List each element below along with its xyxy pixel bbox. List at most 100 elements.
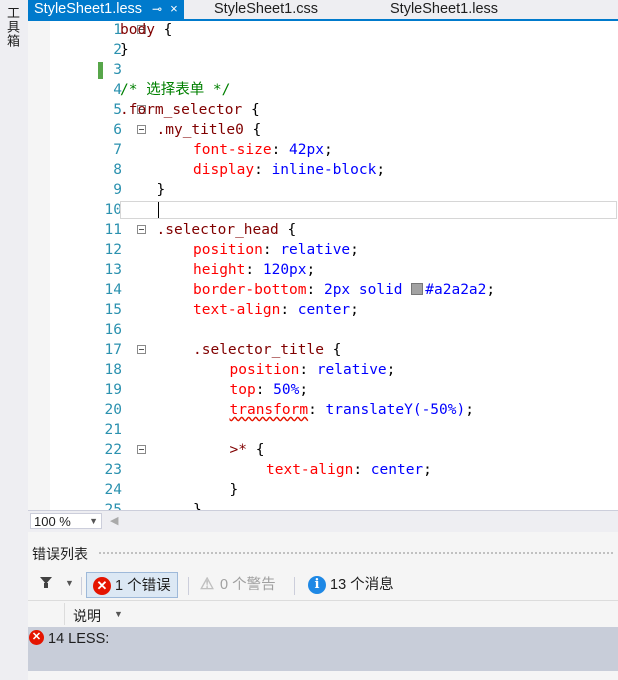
- collapse-icon[interactable]: [137, 345, 146, 354]
- color-swatch: [411, 283, 424, 295]
- code-token: :: [271, 142, 290, 158]
- line-number: 17: [104, 342, 122, 358]
- line-number: 5: [113, 102, 122, 118]
- messages-filter-button[interactable]: i 13 个消息: [302, 572, 400, 598]
- code-text: >* {: [230, 440, 265, 460]
- code-token: text-align: [266, 462, 354, 478]
- code-token: {: [242, 102, 260, 118]
- code-token: border-bottom: [193, 282, 307, 298]
- code-line[interactable]: 19 top: 50%;: [28, 380, 618, 400]
- code-line[interactable]: 5 .form_selector {: [28, 100, 618, 120]
- code-line[interactable]: 8 display: inline-block;: [28, 160, 618, 180]
- code-line[interactable]: 1 body {: [28, 21, 618, 40]
- zoom-select[interactable]: 100 % ▼: [30, 513, 102, 529]
- code-line[interactable]: 24}: [28, 480, 618, 500]
- filter-dropdown-icon[interactable]: ▼: [65, 578, 74, 588]
- code-line[interactable]: 14 border-bottom: 2px solid #a2a2a2;: [28, 280, 618, 300]
- error-row[interactable]: ✕ 14 LESS:: [28, 627, 618, 671]
- code-token: {: [323, 342, 342, 358]
- code-token: ;: [465, 402, 474, 418]
- code-token: 2px solid: [323, 282, 412, 298]
- line-number: 2: [113, 42, 122, 58]
- warnings-filter-button[interactable]: ⚠ 0 个警告: [192, 572, 282, 598]
- code-token: :: [353, 462, 371, 478]
- code-line[interactable]: 21: [28, 420, 618, 440]
- code-token: :: [255, 382, 274, 398]
- line-number: 13: [104, 262, 122, 278]
- line-number: 21: [104, 422, 122, 438]
- tab-stylesheet1-css[interactable]: StyleSheet1.css: [208, 0, 324, 19]
- code-line[interactable]: 4/* 选择表单 */: [28, 80, 618, 100]
- line-number: 22: [104, 442, 122, 458]
- code-line[interactable]: 17 .selector_title {: [28, 340, 618, 360]
- code-line[interactable]: 13 height: 120px;: [28, 260, 618, 280]
- code-token: position: [193, 242, 263, 258]
- warning-icon: ⚠: [199, 576, 215, 593]
- errors-filter-button[interactable]: ✕ 1 个错误: [86, 572, 178, 598]
- messages-count-label: 13 个消息: [330, 577, 394, 593]
- code-text: }: [230, 480, 239, 500]
- code-text: /* 选择表单 */: [120, 80, 230, 100]
- pin-icon[interactable]: ⊸: [152, 0, 162, 18]
- toolbox-label[interactable]: 工具箱: [4, 6, 22, 48]
- code-line[interactable]: 7 font-size: 42px;: [28, 140, 618, 160]
- code-token: ;: [386, 362, 396, 378]
- panel-grip[interactable]: [98, 551, 613, 556]
- code-line[interactable]: 12 position: relative;: [28, 240, 618, 260]
- code-token: ;: [350, 302, 359, 318]
- line-number: 9: [113, 182, 122, 198]
- tab-stylesheet1-less-preview[interactable]: StyleSheet1.less: [384, 0, 504, 19]
- column-divider[interactable]: [64, 603, 65, 625]
- toolbox-strip[interactable]: 工具箱: [0, 0, 29, 680]
- code-line[interactable]: 10: [28, 200, 618, 220]
- line-number: 16: [104, 322, 122, 338]
- column-sort-icon[interactable]: ▼: [114, 609, 123, 619]
- code-token: height: [193, 262, 246, 278]
- code-line[interactable]: 23 text-align: center;: [28, 460, 618, 480]
- code-line[interactable]: 22 >* {: [28, 440, 618, 460]
- code-text: }: [193, 500, 202, 510]
- collapse-icon[interactable]: [137, 125, 146, 134]
- code-line[interactable]: 16: [28, 320, 618, 340]
- line-number: 23: [104, 462, 122, 478]
- code-line[interactable]: 2}: [28, 40, 618, 60]
- code-line[interactable]: 15 text-align: center;: [28, 300, 618, 320]
- panel-title-bar[interactable]: 错误列表: [28, 540, 618, 564]
- collapse-icon[interactable]: [137, 445, 146, 454]
- tab-stylesheet1-less-active[interactable]: StyleSheet1.less ⊸ ×: [28, 0, 184, 19]
- code-line[interactable]: 9}: [28, 180, 618, 200]
- close-icon[interactable]: ×: [170, 0, 178, 18]
- chevron-down-icon: ▼: [89, 516, 98, 526]
- line-number: 25: [104, 502, 122, 510]
- code-token: }: [120, 42, 129, 58]
- column-description-header[interactable]: 说明: [73, 606, 101, 626]
- code-line[interactable]: 20 transform: translateY(-50%);: [28, 400, 618, 420]
- code-token: relative: [316, 362, 387, 378]
- code-line[interactable]: 6 .my_title0 {: [28, 120, 618, 140]
- error-filter-toolbar: ▼ ✕ 1 个错误 ⚠ 0 个警告 i 13 个消息: [28, 570, 618, 600]
- code-line[interactable]: 25}: [28, 500, 618, 510]
- code-token: .form_selector: [120, 102, 243, 118]
- scroll-left-icon[interactable]: ◀: [110, 514, 118, 527]
- code-token: :: [262, 242, 281, 258]
- code-line[interactable]: 18 position: relative;: [28, 360, 618, 380]
- code-token: translateY(-50%): [325, 402, 466, 418]
- code-token: ;: [299, 382, 309, 398]
- toolbar-divider: [294, 577, 295, 595]
- code-text: .my_title0 {: [157, 120, 262, 140]
- collapse-icon[interactable]: [137, 225, 146, 234]
- code-editor[interactable]: 1 body {2} 3 4/* 选择表单 */5 .form_selector {6.…: [28, 21, 618, 510]
- warnings-count-label: 0 个警告: [220, 577, 276, 593]
- code-text: position: relative;: [230, 360, 396, 380]
- code-line[interactable]: 3: [28, 60, 618, 80]
- code-token: center: [297, 302, 351, 318]
- code-text: top: 50%;: [230, 380, 309, 400]
- code-token: :: [306, 282, 324, 298]
- line-number: 15: [104, 302, 122, 318]
- code-token: transform: [229, 402, 309, 418]
- code-token: :: [308, 402, 326, 418]
- panel-title: 错误列表: [32, 546, 88, 562]
- code-token: :: [254, 162, 272, 178]
- code-line[interactable]: 11 .selector_head {: [28, 220, 618, 240]
- tab-label: StyleSheet1.less: [390, 1, 499, 17]
